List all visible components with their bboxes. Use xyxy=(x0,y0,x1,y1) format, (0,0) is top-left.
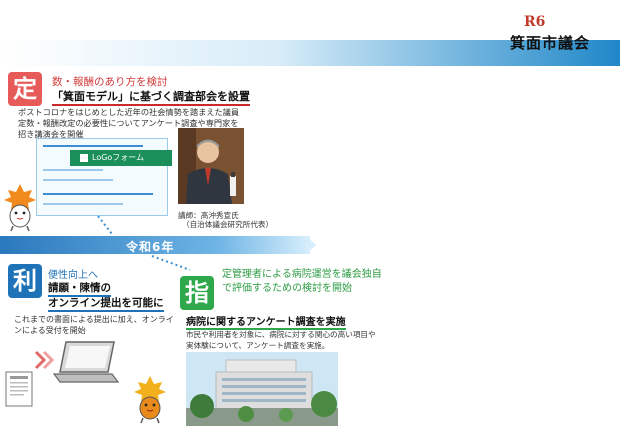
maple-leaf-mascot-icon xyxy=(4,184,36,232)
header-year: R6 xyxy=(524,14,546,30)
badge-ri: 利 xyxy=(8,264,42,298)
speaker-photo xyxy=(178,128,244,204)
form-line xyxy=(43,145,143,147)
hospital-photo xyxy=(186,352,338,426)
logo-form-tag: LoGoフォーム xyxy=(70,150,172,166)
badge-teitei: 定 xyxy=(8,72,42,106)
timeline-label: 令和6年 xyxy=(126,240,175,254)
document-icon xyxy=(5,371,33,407)
shi-description: 市民や利用者を対象に、病院に対する関心の高い項目や実体験について、アンケート調査… xyxy=(186,330,376,350)
logo-form-label: LoGoフォーム xyxy=(92,153,145,162)
form-line xyxy=(43,179,113,181)
shi-heading: 病院に関するアンケート調査を実施 xyxy=(186,313,346,330)
badge-shi: 指 xyxy=(180,276,214,310)
maple-leaf-mascot-icon xyxy=(134,376,166,424)
teitei-heading: 「箕面モデル」に基づく調査部会を設置 xyxy=(52,88,250,106)
laptop-icon xyxy=(52,341,120,383)
timeline-arrow xyxy=(306,236,316,254)
form-line xyxy=(43,203,123,205)
header-title: 箕面市議会 xyxy=(510,34,591,52)
ri-line3: オンライン提出を可能に xyxy=(48,295,164,312)
speaker-caption-role: （自治体議会研究所代表） xyxy=(182,220,274,229)
form-line xyxy=(43,193,153,195)
form-line xyxy=(43,169,103,171)
ri-line1: 便性向上へ xyxy=(48,270,98,281)
ri-description: これまでの書面による提出に加え、オンラインによる受付を開始 xyxy=(14,315,174,335)
shi-subtitle: 定管理者による病院運営を議会独自で評価するための検討を開始 xyxy=(222,269,382,294)
teitei-subtitle: 数・報酬のあり方を検討 xyxy=(52,76,168,88)
logo-form-icon xyxy=(80,153,88,162)
